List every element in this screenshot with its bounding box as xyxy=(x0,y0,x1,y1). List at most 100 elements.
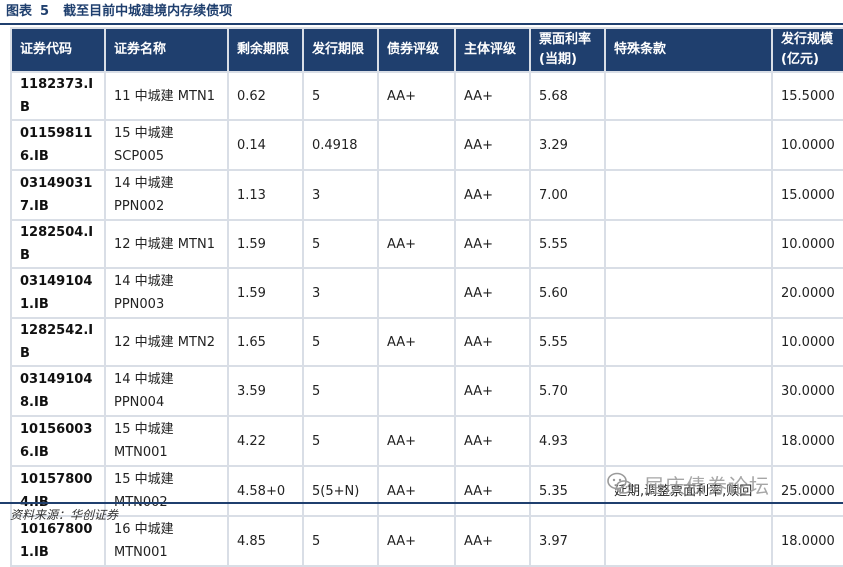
table-cell: 3 xyxy=(304,269,377,317)
table-cell: 1.13 xyxy=(229,171,302,219)
table-cell: 14 中城建 PPN004 xyxy=(106,367,227,415)
table-cell: AA+ xyxy=(379,517,454,565)
table-cell xyxy=(606,319,771,365)
table-cell: 4.93 xyxy=(531,417,604,465)
table-cell: 10.0000 xyxy=(773,221,843,267)
table-cell: 031491048.IB xyxy=(12,367,104,415)
table-cell: 5 xyxy=(304,319,377,365)
table-row: 101678001.IB 16 中城建 MTN001 4.85 5 AA+ AA+ 3.97… xyxy=(12,517,843,565)
table-cell: 031491041.IB xyxy=(12,269,104,317)
table-cell: 30.0000 xyxy=(773,367,843,415)
table-cell: AA+ xyxy=(379,467,454,515)
table-cell: AA+ xyxy=(379,319,454,365)
table-cell xyxy=(606,171,771,219)
bond-table: 证券代码 证券名称 剩余期限 发行期限 债券评级 主体评级 票面利率 (当期) 特殊条款 发行规… xyxy=(10,27,843,567)
table-cell: 4.22 xyxy=(229,417,302,465)
table-cell: AA+ xyxy=(456,269,529,317)
table-row: 1282542.IB 12 中城建 MTN2 1.65 5 AA+ AA+ 5.55 10.0… xyxy=(12,319,843,365)
table-cell: 5 xyxy=(304,221,377,267)
table-cell: 0.4918 xyxy=(304,121,377,169)
table-cell: 4.58+0 xyxy=(229,467,302,515)
table-cell: 5.55 xyxy=(531,319,604,365)
table-cell: 15 中城建 SCP005 xyxy=(106,121,227,169)
table-cell: AA+ xyxy=(456,73,529,119)
figure-number: 5 xyxy=(40,4,50,19)
source-note: 资料来源：华创证券 xyxy=(10,508,119,522)
table-cell xyxy=(606,221,771,267)
table-cell: 5.70 xyxy=(531,367,604,415)
table-row: 101560036.IB 15 中城建 MTN001 4.22 5 AA+ AA+ 4.93… xyxy=(12,417,843,465)
table-cell: AA+ xyxy=(456,417,529,465)
table-cell xyxy=(379,269,454,317)
table-body: 1182373.IB 11 中城建 MTN1 0.62 5 AA+ AA+ 5.68 15.5… xyxy=(12,73,843,565)
table-cell: 18.0000 xyxy=(773,517,843,565)
table-cell: 1282504.IB xyxy=(12,221,104,267)
table-cell: 15 中城建 MTN001 xyxy=(106,417,227,465)
table-cell: 16 中城建 MTN001 xyxy=(106,517,227,565)
table-cell: 0.62 xyxy=(229,73,302,119)
table-row: 011598116.IB 15 中城建 SCP005 0.14 0.4918 AA+ 3.… xyxy=(12,121,843,169)
table-cell: AA+ xyxy=(456,517,529,565)
table-cell: 25.0000 xyxy=(773,467,843,515)
table-row: 1282504.IB 12 中城建 MTN1 1.59 5 AA+ AA+ 5.55 10.0… xyxy=(12,221,843,267)
table-cell: 14 中城建 PPN002 xyxy=(106,171,227,219)
table-cell: 5(5+N) xyxy=(304,467,377,515)
table-cell xyxy=(606,417,771,465)
table-cell: 延期,调整票面利率,赎回 xyxy=(606,467,771,515)
table-cell: 5.35 xyxy=(531,467,604,515)
table-cell xyxy=(606,73,771,119)
table-cell: 3.97 xyxy=(531,517,604,565)
table-cell: 20.0000 xyxy=(773,269,843,317)
table-cell xyxy=(379,121,454,169)
table-cell: AA+ xyxy=(379,73,454,119)
table-cell: 101678001.IB xyxy=(12,517,104,565)
table-cell: 011598116.IB xyxy=(12,121,104,169)
table-row: 031491048.IB 14 中城建 PPN004 3.59 5 AA+ 5.70 30.… xyxy=(12,367,843,415)
table-cell: AA+ xyxy=(379,417,454,465)
table-cell: AA+ xyxy=(456,221,529,267)
table-cell: 5 xyxy=(304,73,377,119)
table-cell: 12 中城建 MTN1 xyxy=(106,221,227,267)
table-cell: 3.59 xyxy=(229,367,302,415)
column-header: 主体评级 xyxy=(456,29,529,71)
table-cell: 5.60 xyxy=(531,269,604,317)
table-cell: AA+ xyxy=(379,221,454,267)
table-cell xyxy=(606,517,771,565)
table-cell: 14 中城建 PPN003 xyxy=(106,269,227,317)
column-header: 证券名称 xyxy=(106,29,227,71)
table-cell: 10.0000 xyxy=(773,319,843,365)
column-header: 票面利率 (当期) xyxy=(531,29,604,71)
table-cell: 15 中城建 MTN002 xyxy=(106,467,227,515)
footer-rule xyxy=(0,502,843,504)
table-cell: 1282542.IB xyxy=(12,319,104,365)
table-cell xyxy=(606,367,771,415)
table-cell: 15.0000 xyxy=(773,171,843,219)
table-cell: 18.0000 xyxy=(773,417,843,465)
table-cell: 5.68 xyxy=(531,73,604,119)
table-row: 1182373.IB 11 中城建 MTN1 0.62 5 AA+ AA+ 5.68 15.5… xyxy=(12,73,843,119)
figure-title: 图表 5 截至目前中城建境内存续债项 xyxy=(6,2,232,22)
table-cell: 3 xyxy=(304,171,377,219)
column-header: 证券代码 xyxy=(12,29,104,71)
table-cell: AA+ xyxy=(456,319,529,365)
table-cell: 12 中城建 MTN2 xyxy=(106,319,227,365)
table-cell: 1.59 xyxy=(229,269,302,317)
figure-label: 图表 xyxy=(6,4,33,19)
column-header: 特殊条款 xyxy=(606,29,771,71)
table-row: 031491041.IB 14 中城建 PPN003 1.59 3 AA+ 5.60 20.… xyxy=(12,269,843,317)
table-cell: 031490317.IB xyxy=(12,171,104,219)
column-header: 发行期限 xyxy=(304,29,377,71)
table-cell: 5.55 xyxy=(531,221,604,267)
table-cell xyxy=(379,367,454,415)
table-cell: AA+ xyxy=(456,367,529,415)
table-cell: 10.0000 xyxy=(773,121,843,169)
table-cell: AA+ xyxy=(456,121,529,169)
table-cell: 11 中城建 MTN1 xyxy=(106,73,227,119)
table-cell: 5 xyxy=(304,517,377,565)
table-cell: 5 xyxy=(304,367,377,415)
title-rule xyxy=(0,23,843,25)
column-header: 债券评级 xyxy=(379,29,454,71)
table-row: 031490317.IB 14 中城建 PPN002 1.13 3 AA+ 7.00 15.… xyxy=(12,171,843,219)
table-cell: AA+ xyxy=(456,467,529,515)
column-header: 剩余期限 xyxy=(229,29,302,71)
